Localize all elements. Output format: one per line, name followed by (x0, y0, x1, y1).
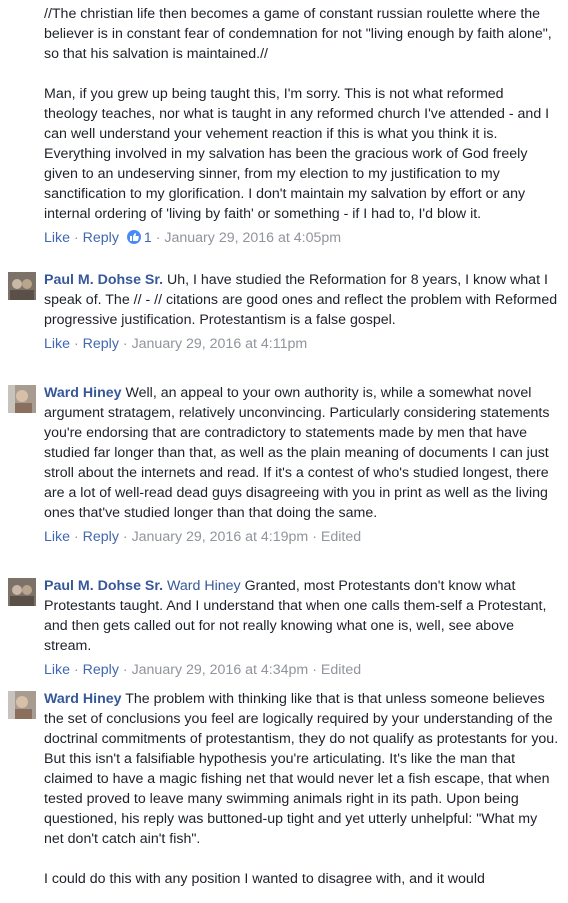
comment-actions: Like · Reply · January 29, 2016 at 4:34p… (44, 662, 362, 678)
reply-link[interactable]: Reply (83, 230, 119, 246)
avatar[interactable] (8, 578, 36, 606)
like-link[interactable]: Like (44, 336, 70, 352)
quoted-text: //The christian life then becomes a game… (44, 6, 552, 62)
comment-actions: Like · Reply · January 29, 2016 at 4:19p… (44, 529, 362, 545)
comment-text: The problem with thinking like that is t… (44, 691, 559, 847)
like-link[interactable]: Like (44, 529, 70, 545)
reply-link[interactable]: Reply (83, 529, 119, 545)
comment: Paul M. Dohse Sr. Ward Hiney Granted, mo… (8, 576, 560, 680)
timestamp[interactable]: January 29, 2016 at 4:05pm (164, 230, 341, 246)
timestamp[interactable]: January 29, 2016 at 4:19pm (132, 529, 309, 545)
comment-thread: //The christian life then becomes a game… (0, 0, 568, 903)
reply-link[interactable]: Reply (83, 662, 119, 678)
reaction-count[interactable]: 1 (144, 230, 152, 246)
comment-author[interactable]: Paul M. Dohse Sr. (44, 272, 163, 288)
comment-actions: Like · Reply 1 · January 29, 2016 at 4:0… (44, 230, 342, 246)
comment-text-continued: I could do this with any position I want… (44, 871, 485, 887)
mention-link[interactable]: Ward Hiney (167, 578, 241, 594)
like-link[interactable]: Like (44, 230, 70, 246)
comment: Ward Hiney Well, an appeal to your own a… (8, 383, 560, 547)
comment-author[interactable]: Ward Hiney (44, 691, 122, 707)
like-link[interactable]: Like (44, 662, 70, 678)
comment: Ward Hiney The problem with thinking lik… (8, 689, 560, 889)
edited-label[interactable]: Edited (321, 662, 361, 678)
timestamp[interactable]: January 29, 2016 at 4:34pm (132, 662, 309, 678)
thumbs-up-icon (126, 230, 141, 244)
avatar[interactable] (8, 385, 36, 413)
comment-author[interactable]: Ward Hiney (44, 385, 122, 401)
edited-label[interactable]: Edited (321, 529, 361, 545)
comment-actions: Like · Reply · January 29, 2016 at 4:11p… (44, 336, 308, 352)
avatar[interactable] (8, 272, 36, 300)
avatar[interactable] (8, 691, 36, 719)
top-comment: //The christian life then becomes a game… (44, 4, 560, 248)
comment-text: Man, if you grew up being taught this, I… (44, 86, 550, 222)
reply-link[interactable]: Reply (83, 336, 119, 352)
timestamp[interactable]: January 29, 2016 at 4:11pm (132, 336, 308, 352)
comment-author[interactable]: Paul M. Dohse Sr. (44, 578, 163, 594)
comment: Paul M. Dohse Sr. Uh, I have studied the… (8, 270, 560, 354)
comment-text: Well, an appeal to your own authority is… (44, 385, 550, 521)
